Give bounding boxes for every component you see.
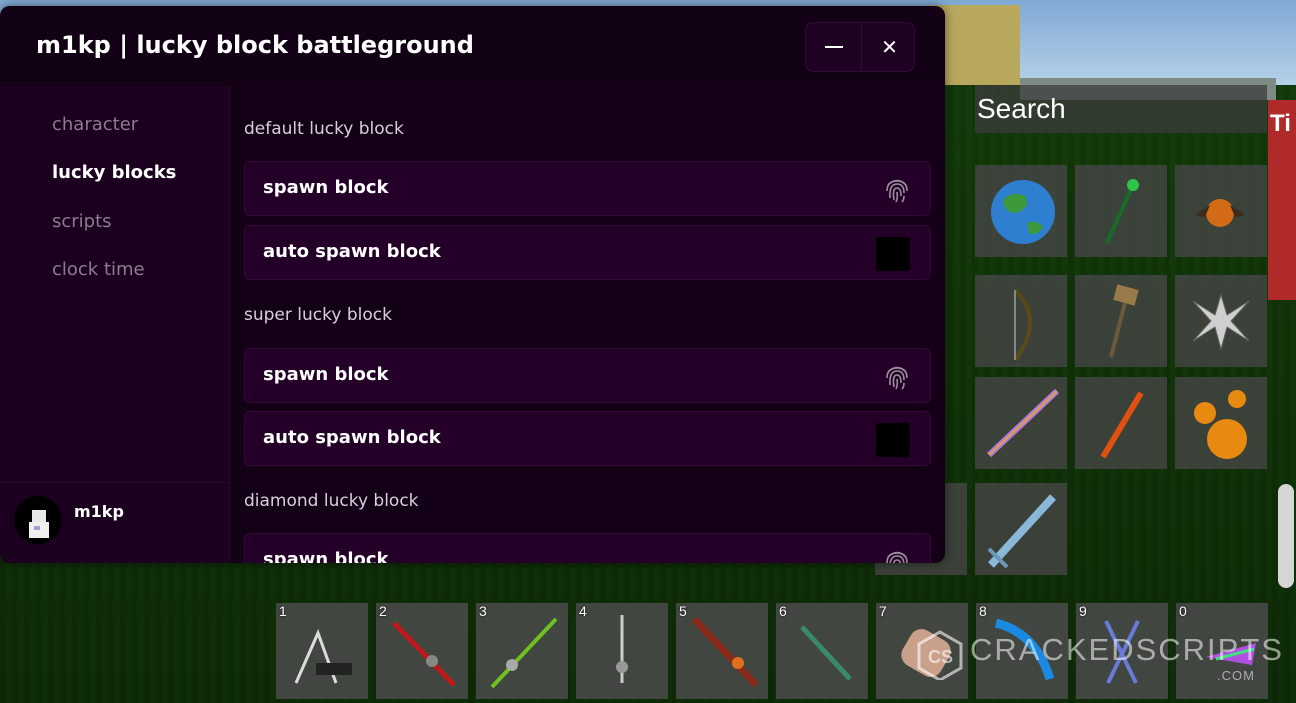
inventory-slot-globe[interactable] bbox=[975, 165, 1067, 257]
window-title: m1kp | lucky block battleground bbox=[36, 31, 474, 59]
spawn-block-button[interactable]: spawn block bbox=[244, 161, 931, 216]
section-title: diamond lucky block bbox=[244, 491, 419, 511]
inventory-slot-pumpkin-bat[interactable] bbox=[1175, 165, 1267, 257]
row-label: auto spawn block bbox=[263, 427, 441, 448]
spawn-block-button[interactable]: spawn block bbox=[244, 533, 931, 563]
sidebar-item-clock-time[interactable]: clock time bbox=[52, 259, 145, 280]
row-label: auto spawn block bbox=[263, 241, 441, 262]
section-title: super lucky block bbox=[244, 305, 392, 325]
window-controls: ✕ bbox=[805, 22, 915, 72]
inventory-slot-bow[interactable] bbox=[975, 275, 1067, 367]
section-title: default lucky block bbox=[244, 119, 404, 139]
sidebar-item-lucky-blocks[interactable]: lucky blocks bbox=[52, 162, 176, 183]
row-label: spawn block bbox=[263, 177, 389, 198]
svg-text:CS: CS bbox=[928, 647, 953, 667]
username: m1kp bbox=[74, 502, 124, 521]
toggle-checkbox[interactable] bbox=[876, 423, 910, 457]
script-hub-window: m1kp | lucky block battleground ✕ charac… bbox=[0, 6, 945, 563]
inventory-slot-ice-sword[interactable] bbox=[975, 483, 1067, 575]
inventory-scrollbar[interactable] bbox=[1278, 484, 1294, 588]
sidebar: character lucky blocks scripts clock tim… bbox=[0, 86, 230, 563]
inventory-search-input[interactable]: Search bbox=[975, 85, 1267, 133]
watermark: CS CRACKEDSCRIPTS .COM bbox=[915, 630, 1282, 686]
hotbar-slot-2[interactable]: 2 bbox=[376, 603, 468, 699]
watermark-text: CRACKEDSCRIPTS bbox=[970, 632, 1284, 667]
fingerprint-icon bbox=[886, 366, 908, 390]
hotbar-slot-6[interactable]: 6 bbox=[776, 603, 868, 699]
watermark-subtext: .COM bbox=[1217, 668, 1255, 683]
avatar bbox=[14, 496, 62, 544]
inventory-slot-shovel[interactable] bbox=[1075, 275, 1167, 367]
minimize-button[interactable] bbox=[806, 23, 861, 71]
hotbar-slot-4[interactable]: 4 bbox=[576, 603, 668, 699]
row-label: spawn block bbox=[263, 549, 389, 563]
minus-icon bbox=[825, 46, 843, 48]
content-panel: default lucky block spawn block auto spa… bbox=[230, 86, 945, 563]
titlebar[interactable]: m1kp | lucky block battleground ✕ bbox=[0, 6, 945, 87]
inventory-slot-rainbow-sword[interactable] bbox=[975, 377, 1067, 469]
game-sign-text: Ti bbox=[1270, 110, 1291, 137]
inventory-slot-shuriken[interactable] bbox=[1175, 275, 1267, 367]
sidebar-divider bbox=[0, 482, 229, 483]
close-button[interactable]: ✕ bbox=[862, 23, 917, 71]
inventory-slot-fire-sword[interactable] bbox=[1075, 377, 1167, 469]
watermark-logo-icon: CS bbox=[917, 630, 963, 680]
fingerprint-icon bbox=[886, 179, 908, 203]
auto-spawn-block-toggle[interactable]: auto spawn block bbox=[244, 411, 931, 466]
row-label: spawn block bbox=[263, 364, 389, 385]
hotbar-slot-1[interactable]: 1 bbox=[276, 603, 368, 699]
fingerprint-icon bbox=[886, 551, 908, 563]
auto-spawn-block-toggle[interactable]: auto spawn block bbox=[244, 225, 931, 280]
inventory-slot-pumpkins[interactable] bbox=[1175, 377, 1267, 469]
inventory-slot-green-staff[interactable] bbox=[1075, 165, 1167, 257]
hotbar-slot-3[interactable]: 3 bbox=[476, 603, 568, 699]
sidebar-item-scripts[interactable]: scripts bbox=[52, 211, 112, 232]
close-icon: ✕ bbox=[881, 35, 898, 59]
toggle-checkbox[interactable] bbox=[876, 237, 910, 271]
hotbar-slot-5[interactable]: 5 bbox=[676, 603, 768, 699]
spawn-block-button[interactable]: spawn block bbox=[244, 348, 931, 403]
sidebar-item-character[interactable]: character bbox=[52, 114, 138, 135]
